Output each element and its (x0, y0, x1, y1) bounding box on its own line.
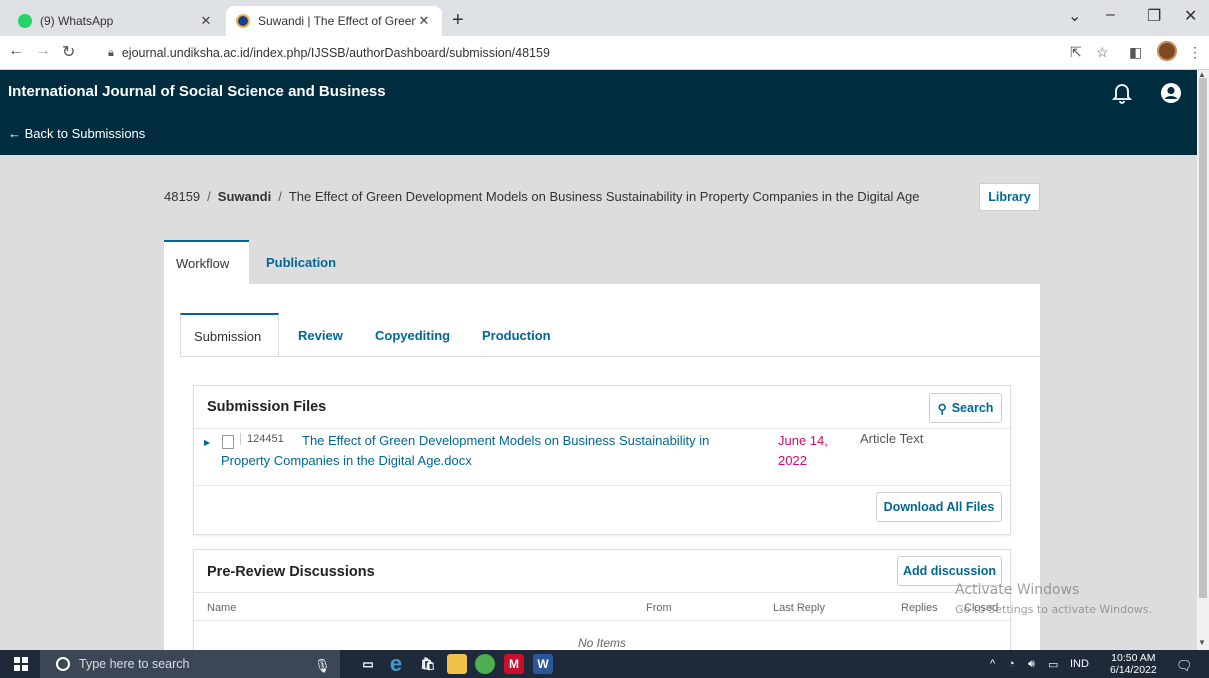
tab-title: Suwandi | The Effect of Green De (258, 14, 416, 28)
tab-publication[interactable]: Publication (266, 240, 336, 284)
taskbar-clock[interactable]: 10:50 AM 6/14/2022 (1110, 652, 1157, 676)
scrollbar-thumb[interactable] (1199, 78, 1207, 598)
browser-toolbar: ← → ↻ 🔒︎ ejournal.undiksha.ac.id/index.p… (0, 36, 1209, 70)
discussions-title: Pre-Review Discussions (207, 564, 375, 580)
tab-submission[interactable]: Submission (180, 313, 279, 357)
file-date-line2: 2022 (778, 453, 807, 468)
search-button-label: Search (951, 401, 994, 415)
column-header-replies: Replies (901, 602, 938, 614)
back-arrow-icon[interactable]: ← (8, 42, 24, 60)
close-window-icon[interactable]: ✕ (1184, 6, 1197, 26)
tab-review[interactable]: Review (298, 313, 343, 357)
cortana-icon (56, 657, 70, 671)
notification-icon[interactable]: 🗨︎ (1176, 658, 1193, 674)
store-icon[interactable]: 🛍︎ (418, 654, 438, 674)
download-all-files-button[interactable]: Download All Files (876, 492, 1002, 522)
app-icon[interactable]: M (504, 654, 524, 674)
submission-author: Suwandi (217, 189, 272, 204)
column-header-from: From (646, 602, 672, 614)
pre-review-discussions-grid: Pre-Review Discussions Add discussion Na… (193, 549, 1011, 654)
network-icon[interactable]: ◔ (1008, 658, 1015, 670)
file-id: 124451 (240, 433, 284, 445)
tab-title: (9) WhatsApp (40, 14, 114, 28)
journal-favicon-icon (236, 14, 250, 28)
divider (194, 428, 1010, 429)
browser-tab-suwandi[interactable]: Suwandi | The Effect of Green De ✕ (226, 6, 442, 36)
user-account-icon[interactable] (1160, 82, 1182, 104)
share-icon[interactable]: ⇱ (1070, 44, 1082, 61)
submission-id: 48159 (164, 189, 201, 204)
file-explorer-icon[interactable] (447, 654, 467, 674)
submission-breadcrumb: 48159/Suwandi / The Effect of Green Develo… (164, 189, 920, 204)
file-name-link[interactable]: The Effect of Green Development Models o… (221, 431, 762, 468)
battery-icon[interactable]: ▭ (1048, 658, 1058, 671)
close-tab-icon[interactable]: ✕ (198, 13, 214, 29)
submission-files-grid: Submission Files ⚲ Search ▶ 124451 The Ef… (193, 385, 1011, 535)
word-icon[interactable]: W (533, 654, 553, 674)
windows-taskbar: Type here to search 🎙︎ ▭ e 🛍︎ M W ^ ◔ 🔊︎… (0, 650, 1209, 678)
tab-copyediting[interactable]: Copyediting (375, 313, 450, 357)
edge-browser-icon[interactable]: e (386, 651, 406, 676)
taskbar-search-box[interactable]: Type here to search (40, 650, 340, 678)
bell-icon[interactable] (1112, 82, 1132, 104)
address-bar[interactable]: 🔒︎ ejournal.undiksha.ac.id/index.php/IJS… (108, 40, 1053, 66)
submission-files-title: Submission Files (207, 399, 327, 415)
menu-kebab-icon[interactable]: ⋮ (1188, 44, 1202, 61)
no-items-message: No Items (577, 636, 626, 650)
journal-header: International Journal of Social Science … (0, 70, 1197, 155)
volume-icon[interactable]: 🔊︎ (1028, 658, 1035, 671)
reload-icon[interactable]: ↻ (62, 42, 75, 62)
file-name-line1[interactable]: The Effect of Green Development Models o… (302, 433, 709, 448)
tab-search-icon[interactable]: ⌄ (1068, 6, 1081, 26)
column-header-name: Name (207, 602, 237, 614)
task-view-icon[interactable]: ▭ (358, 654, 378, 674)
library-button[interactable]: Library (979, 183, 1040, 211)
whatsapp-icon (18, 14, 32, 28)
search-button[interactable]: ⚲ Search (929, 393, 1002, 423)
windows-start-icon[interactable] (14, 657, 28, 671)
submission-title: The Effect of Green Development Models o… (288, 189, 920, 204)
file-icon (222, 435, 234, 449)
journal-title[interactable]: International Journal of Social Science … (8, 83, 386, 100)
bookmark-star-icon[interactable]: ☆ (1096, 44, 1109, 61)
scroll-down-arrow-icon[interactable]: ▼ (1198, 638, 1206, 647)
divider (180, 356, 1040, 357)
forward-arrow-icon[interactable]: → (35, 42, 51, 60)
url-text: ejournal.undiksha.ac.id/index.php/IJSSB/… (121, 46, 550, 60)
expand-row-icon[interactable]: ▶ (204, 438, 210, 447)
search-icon: ⚲ (937, 401, 947, 416)
divider (194, 620, 1010, 621)
minimize-icon[interactable]: – (1106, 6, 1115, 24)
new-tab-icon[interactable]: + (452, 9, 464, 32)
tab-workflow[interactable]: Workflow (164, 240, 249, 284)
back-to-submissions-link[interactable]: ← Back to Submissions (8, 126, 145, 141)
chrome-icon[interactable] (475, 654, 495, 674)
activate-windows-subtext: Go to Settings to activate Windows. (955, 603, 1153, 616)
input-language[interactable]: IND (1070, 658, 1089, 670)
page-scrollbar[interactable]: ▲ ▼ (1197, 70, 1209, 650)
file-name-line2[interactable]: Property Companies in the Digital Age.do… (221, 451, 472, 471)
file-date-line1: June 14, (778, 433, 828, 448)
file-date: June 14, 2022 (778, 431, 838, 471)
restore-icon[interactable]: ❐ (1147, 6, 1161, 26)
tab-production[interactable]: Production (482, 313, 551, 357)
microphone-icon[interactable]: 🎙︎ (314, 658, 331, 674)
divider (194, 485, 1010, 486)
column-header-last-reply: Last Reply (773, 602, 825, 614)
side-panel-icon[interactable]: ◧ (1129, 44, 1142, 61)
divider (194, 592, 1010, 593)
file-type: Article Text (860, 431, 924, 446)
activate-windows-watermark: Activate Windows (955, 582, 1080, 598)
close-tab-icon[interactable]: ✕ (416, 13, 432, 29)
clock-time: 10:50 AM (1111, 652, 1156, 664)
tray-chevron-icon[interactable]: ^ (990, 658, 995, 670)
browser-tab-whatsapp[interactable]: (9) WhatsApp ✕ (8, 6, 224, 36)
clock-date: 6/14/2022 (1110, 664, 1157, 676)
lock-icon: 🔒︎ (108, 46, 114, 59)
browser-tab-strip: (9) WhatsApp ✕ Suwandi | The Effect of G… (0, 0, 1209, 36)
taskbar-search-placeholder: Type here to search (79, 657, 190, 671)
profile-avatar[interactable] (1157, 41, 1177, 61)
